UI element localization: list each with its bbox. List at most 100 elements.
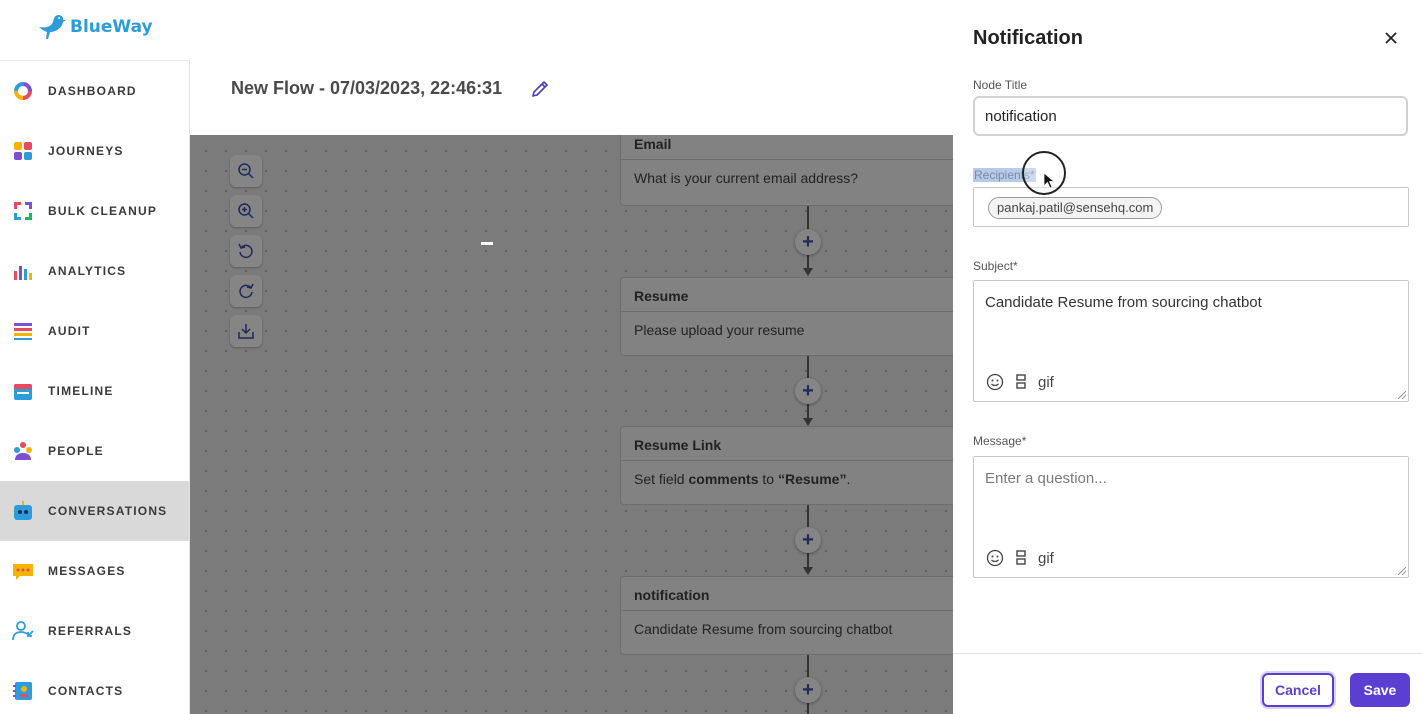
sidebar-item-label: JOURNEYS: [48, 144, 124, 158]
node-body-value: “Resume”: [777, 471, 847, 487]
flow-canvas[interactable]: Email What is your current email address…: [190, 135, 953, 714]
recipient-chip[interactable]: pankaj.patil@sensehq.com: [988, 197, 1163, 219]
sidebar-item-label: CONTACTS: [48, 684, 124, 698]
node-title: Resume Link: [621, 427, 953, 461]
sidebar-item-contacts[interactable]: CONTACTS: [0, 661, 189, 714]
connector-arrow: [803, 567, 813, 575]
contacts-book-icon: [12, 680, 34, 702]
referrals-user-icon: [12, 620, 34, 642]
emoji-icon[interactable]: [986, 549, 1004, 567]
redo-icon: [239, 283, 254, 299]
sidebar-item-label: ANALYTICS: [48, 264, 127, 278]
sidebar-item-label: PEOPLE: [48, 444, 104, 458]
close-icon[interactable]: [1383, 30, 1399, 46]
journeys-grid-icon: [12, 140, 34, 162]
message-toolbar: gif: [986, 549, 1064, 567]
variable-field-icon[interactable]: [1014, 550, 1028, 566]
message-textarea[interactable]: [974, 457, 1408, 537]
people-group-icon: [12, 440, 34, 462]
logo-area: BlueWay: [0, 0, 190, 60]
connector-arrow: [803, 418, 813, 426]
sidebar-item-label: AUDIT: [48, 324, 91, 338]
subject-textarea[interactable]: Candidate Resume from sourcing chatbot: [974, 281, 1408, 361]
flow-node-resume[interactable]: Resume Please upload your resume: [620, 277, 953, 356]
message-label: Message*: [973, 434, 1027, 448]
sidebar: DASHBOARD JOURNEYS BULK CLEANUP ANALYTIC…: [0, 60, 190, 714]
sidebar-item-dashboard[interactable]: DASHBOARD: [0, 61, 189, 121]
node-body-mid: to: [758, 471, 778, 487]
sidebar-item-label: CONVERSATIONS: [48, 504, 168, 518]
zoom-in-icon: [238, 203, 254, 219]
download-icon: [238, 324, 254, 339]
sidebar-item-label: DASHBOARD: [48, 84, 137, 98]
subject-label: Subject*: [973, 259, 1018, 273]
app-name: BlueWay: [70, 17, 153, 37]
minimize-mark: [481, 242, 493, 245]
node-title-input[interactable]: [973, 96, 1408, 136]
node-title-label: Node Title: [973, 78, 1028, 92]
flow-node-resume-link[interactable]: Resume Link Set field comments to “Resum…: [620, 426, 953, 505]
subject-box: Candidate Resume from sourcing chatbot g…: [973, 280, 1409, 402]
panel-title: Notification: [973, 27, 1083, 49]
message-box: gif: [973, 456, 1409, 578]
conversations-robot-icon: [12, 500, 34, 522]
node-title: Email: [621, 135, 953, 160]
notification-panel: Notification Node Title Recipients* pank…: [953, 0, 1422, 714]
pencil-icon[interactable]: [530, 79, 550, 99]
zoom-in-button[interactable]: [230, 195, 262, 227]
timeline-calendar-icon: [12, 380, 34, 402]
sidebar-item-bulk-cleanup[interactable]: BULK CLEANUP: [0, 181, 189, 241]
add-node-button[interactable]: +: [795, 677, 821, 703]
sidebar-item-people[interactable]: PEOPLE: [0, 421, 189, 481]
cancel-button[interactable]: Cancel: [1262, 673, 1334, 707]
node-body: Set field comments to “Resume”.: [621, 461, 953, 497]
emoji-icon[interactable]: [986, 373, 1004, 391]
subject-toolbar: gif: [986, 373, 1064, 391]
resize-handle[interactable]: [1398, 567, 1406, 575]
node-title: Resume: [621, 278, 953, 312]
node-body-prefix: Set field: [634, 471, 689, 487]
download-button[interactable]: [230, 315, 262, 347]
sidebar-item-audit[interactable]: AUDIT: [0, 301, 189, 361]
undo-icon: [238, 243, 253, 259]
gif-button[interactable]: gif: [1038, 374, 1054, 391]
node-title: notification: [621, 577, 953, 611]
bird-logo-icon: [39, 15, 66, 39]
sidebar-item-label: REFERRALS: [48, 624, 133, 638]
undo-button[interactable]: [230, 235, 262, 267]
save-button[interactable]: Save: [1350, 673, 1410, 707]
resize-handle[interactable]: [1398, 391, 1406, 399]
flow-node-email[interactable]: Email What is your current email address…: [620, 135, 953, 206]
sidebar-item-timeline[interactable]: TIMELINE: [0, 361, 189, 421]
audit-list-icon: [12, 320, 34, 342]
sidebar-item-label: TIMELINE: [48, 384, 114, 398]
node-body: Please upload your resume: [634, 322, 805, 338]
mouse-pointer-icon: [1043, 172, 1055, 189]
flow-node-notification[interactable]: notification Candidate Resume from sourc…: [620, 576, 953, 655]
analytics-bars-icon: [12, 260, 34, 282]
redo-button[interactable]: [230, 275, 262, 307]
sidebar-item-referrals[interactable]: REFERRALS: [0, 601, 189, 661]
node-body: What is your current email address?: [634, 170, 859, 186]
add-node-button[interactable]: +: [795, 527, 821, 553]
node-body-suffix: .: [846, 471, 851, 487]
gif-button[interactable]: gif: [1038, 550, 1054, 567]
flow-title: New Flow - 07/03/2023, 22:46:31: [231, 78, 503, 98]
panel-footer: Cancel Save: [953, 653, 1422, 714]
node-body-field: comments: [688, 471, 759, 487]
connector-arrow: [803, 268, 813, 276]
dashboard-donut-icon: [12, 80, 34, 102]
sidebar-item-conversations[interactable]: CONVERSATIONS: [0, 481, 189, 541]
sidebar-item-messages[interactable]: MESSAGES: [0, 541, 189, 601]
sidebar-item-label: MESSAGES: [48, 564, 126, 578]
add-node-button[interactable]: +: [795, 229, 821, 255]
sidebar-item-journeys[interactable]: JOURNEYS: [0, 121, 189, 181]
variable-field-icon[interactable]: [1014, 374, 1028, 390]
zoom-out-button[interactable]: [230, 155, 262, 187]
blueway-logo[interactable]: BlueWay: [38, 12, 153, 42]
zoom-out-icon: [238, 163, 254, 179]
sidebar-item-analytics[interactable]: ANALYTICS: [0, 241, 189, 301]
add-node-button[interactable]: +: [795, 378, 821, 404]
bulk-cleanup-arrows-icon: [12, 200, 34, 222]
node-body: Candidate Resume from sourcing chatbot: [634, 621, 893, 637]
